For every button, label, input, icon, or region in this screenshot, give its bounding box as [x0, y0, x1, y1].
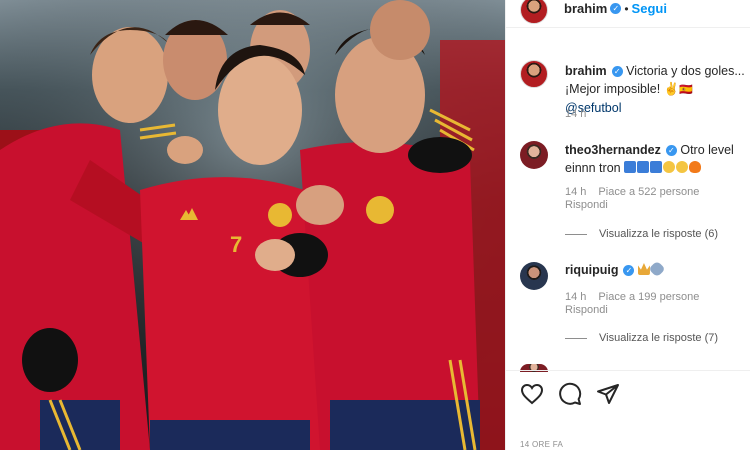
comment-riqui: riquipuig ✓ — [565, 260, 745, 279]
reply-button[interactable]: Rispondi — [565, 199, 608, 211]
verified-badge-icon: ✓ — [610, 3, 622, 14]
flag-emoji: 🇪🇸 — [679, 84, 693, 96]
caption-text-2: ¡Mejor imposible! — [565, 82, 664, 96]
likes-count[interactable]: Piace a 522 persone — [598, 186, 699, 198]
comment-meta: 14 h Piace a 199 persone — [565, 291, 711, 303]
comment-avatar[interactable] — [520, 262, 548, 290]
actions-divider — [506, 370, 750, 371]
view-replies-label: Visualizza le risposte (7) — [599, 332, 719, 344]
svg-text:7: 7 — [230, 232, 242, 257]
separator-dot: • — [624, 1, 629, 16]
share-icon[interactable] — [596, 382, 620, 406]
arrow-up-emoji — [637, 161, 650, 173]
comment-reply-row: Rispondi — [565, 199, 620, 211]
post-timestamp[interactable]: 14 ORE FA — [520, 440, 563, 449]
comment-meta: 14 h Piace a 522 persone — [565, 186, 711, 198]
reply-button[interactable]: Rispondi — [565, 304, 608, 316]
victory-hand-emoji: ✌️ — [663, 82, 680, 96]
comment-username[interactable]: riquipuig — [565, 263, 618, 277]
comment-theo: theo3hernandez ✓ Otro level einnn tron — [565, 141, 745, 177]
comment-time[interactable]: 14 h — [565, 291, 586, 303]
verified-badge-icon: ✓ — [611, 66, 623, 77]
comment-username[interactable]: theo3hernandez — [565, 143, 661, 157]
post-actions — [520, 382, 620, 406]
likes-count[interactable]: Piace a 199 persone — [598, 291, 699, 303]
arrow-up-emoji — [624, 161, 637, 173]
avatar[interactable] — [520, 0, 548, 24]
football-players-illustration: 7 — [0, 0, 505, 450]
post-header: brahim ✓ • Segui — [506, 0, 750, 28]
caption-time[interactable]: 14 h — [565, 108, 586, 120]
post-sidebar: brahim ✓ • Segui brahim ✓ Victoria y dos … — [505, 0, 750, 450]
comment-icon[interactable] — [558, 382, 582, 406]
replies-line — [565, 337, 587, 339]
crown-emoji — [637, 263, 650, 275]
rocket-emoji — [648, 260, 666, 278]
laugh-emoji — [676, 161, 689, 173]
heart-icon[interactable] — [520, 382, 544, 406]
comment-time[interactable]: 14 h — [565, 186, 586, 198]
view-replies-label: Visualizza le risposte (6) — [599, 228, 719, 240]
arrow-up-emoji — [650, 161, 663, 173]
view-replies-link[interactable]: Visualizza le risposte (6) — [565, 228, 718, 240]
view-replies-link[interactable]: Visualizza le risposte (7) — [565, 332, 718, 344]
caption-meta: 14 h — [565, 108, 598, 120]
comment-avatar[interactable] — [520, 141, 548, 169]
comment-text-2: einnn tron — [565, 161, 625, 175]
laugh-emoji — [663, 161, 676, 173]
post-photo[interactable]: 7 — [0, 0, 505, 450]
fire-emoji — [689, 161, 702, 173]
comment-reply-row: Rispondi — [565, 304, 620, 316]
header-username[interactable]: brahim — [564, 1, 607, 16]
comment-text: Otro level — [680, 143, 734, 157]
header-user-block: brahim ✓ • Segui — [564, 1, 667, 16]
caption-avatar[interactable] — [520, 60, 548, 88]
verified-badge-icon: ✓ — [665, 145, 677, 156]
replies-line — [565, 233, 587, 235]
caption-username[interactable]: brahim — [565, 64, 607, 78]
verified-badge-icon: ✓ — [623, 265, 635, 276]
follow-button[interactable]: Segui — [632, 1, 667, 16]
caption-text: Victoria y dos goles... — [626, 64, 745, 78]
